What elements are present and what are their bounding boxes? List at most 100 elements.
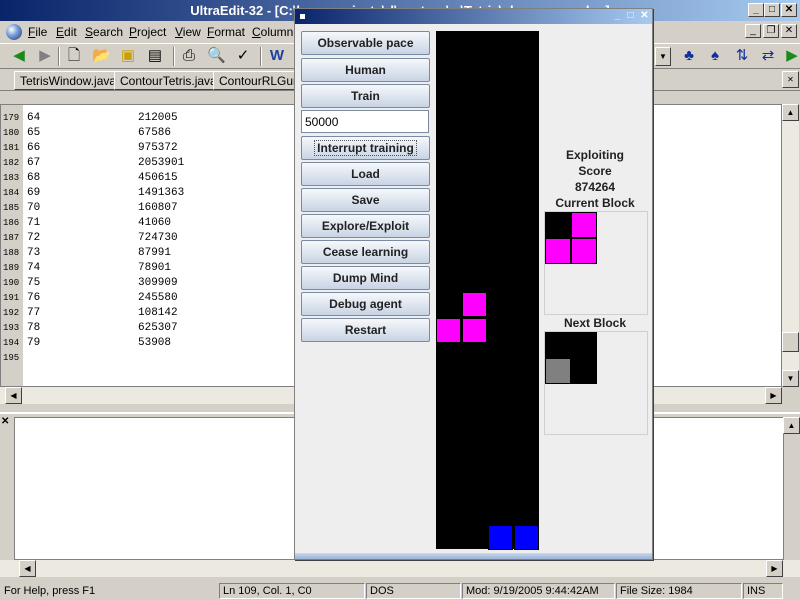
save-icon[interactable]: ▤ [146, 47, 164, 65]
line-number: 181 [3, 143, 20, 153]
game-index: 70 [27, 202, 41, 214]
menu-format[interactable]: Format [207, 25, 245, 39]
human-button[interactable]: Human [301, 58, 430, 82]
line-number: 183 [3, 173, 20, 183]
mdi-minimize-button[interactable]: _ [745, 24, 761, 38]
maximize-button[interactable]: □ [764, 3, 780, 17]
close-tab-icon[interactable]: ✕ [782, 71, 799, 88]
board-block-magenta [462, 292, 487, 317]
minimize-button[interactable]: _ [748, 3, 764, 17]
tetris-titlebar: _ □ ✕ [295, 9, 652, 24]
game-index: 68 [27, 172, 41, 184]
mdi-close-button[interactable]: ✕ [781, 24, 797, 38]
status-help: For Help, press F1 [4, 585, 96, 597]
close-file-icon[interactable]: ▣ [119, 47, 137, 65]
scroll-right-button[interactable]: ▶ [765, 387, 782, 404]
find-icon[interactable]: ♣ [680, 47, 698, 65]
preview-cell-empty [571, 358, 597, 384]
window-menu-icon[interactable] [300, 14, 305, 19]
replace-icon[interactable]: ⇄ [759, 47, 777, 65]
line-number: 192 [3, 308, 20, 318]
tetris-close-button[interactable]: ✕ [638, 10, 651, 22]
load-button[interactable]: Load [301, 162, 430, 186]
status-mode: INS [743, 583, 783, 599]
preview-cell-magenta [545, 238, 571, 264]
word-wrap-icon[interactable]: W [268, 47, 286, 65]
goto-icon[interactable]: ▶ [783, 47, 800, 65]
game-score: 212005 [138, 112, 178, 124]
line-number: 191 [3, 293, 20, 303]
game-score: 108142 [138, 307, 178, 319]
line-number: 180 [3, 128, 20, 138]
tetris-maximize-button[interactable]: □ [624, 10, 637, 22]
scroll-down-button[interactable]: ▼ [782, 370, 799, 387]
output-scroll-right-button[interactable]: ▶ [766, 560, 783, 577]
menu-search[interactable]: Search [85, 25, 123, 39]
output-scroll-up-button[interactable]: ▲ [783, 417, 800, 434]
game-index: 72 [27, 232, 41, 244]
save-button[interactable]: Save [301, 188, 430, 212]
dump-mind-button[interactable]: Dump Mind [301, 266, 430, 290]
output-horizontal-scrollbar[interactable]: ◀ ▶ [0, 560, 800, 577]
print-preview-icon[interactable]: 🔍 [207, 47, 226, 65]
current-block-label: Current Block [555, 196, 635, 210]
menu-edit[interactable]: Edit [56, 25, 77, 39]
menu-column[interactable]: Column [252, 25, 293, 39]
find-next-icon[interactable]: ♠ [706, 47, 724, 65]
explore-exploit-button[interactable]: Explore/Exploit [301, 214, 430, 238]
menu-view[interactable]: View [175, 25, 201, 39]
observable-pace-button[interactable]: Observable pace [301, 31, 430, 55]
game-score: 625307 [138, 322, 178, 334]
board-block-magenta [462, 318, 487, 343]
board-block-magenta [436, 318, 461, 343]
game-score: 975372 [138, 142, 178, 154]
train-button[interactable]: Train [301, 84, 430, 108]
next-block-label: Next Block [563, 316, 627, 330]
find-prev-icon[interactable]: ⇅ [733, 47, 751, 65]
tab-tetriswindow[interactable]: TetrisWindow.java [14, 71, 123, 90]
tetris-minimize-button[interactable]: _ [611, 10, 624, 22]
open-folder-icon[interactable]: 📂 [92, 47, 111, 65]
cease-learning-button[interactable]: Cease learning [301, 240, 430, 264]
preview-cell-magenta [571, 212, 597, 238]
game-index: 74 [27, 262, 41, 274]
preview-cell-magenta [571, 238, 597, 264]
toolbar-separator [260, 47, 262, 66]
restart-button[interactable]: Restart [301, 318, 430, 342]
output-scroll-left-button[interactable]: ◀ [19, 560, 36, 577]
line-number: 186 [3, 218, 20, 228]
training-episodes-input[interactable] [301, 110, 429, 133]
line-number: 182 [3, 158, 20, 168]
scroll-thumb[interactable] [782, 332, 799, 352]
line-number: 188 [3, 248, 20, 258]
document-icon[interactable] [6, 24, 22, 40]
tab-contourrlguru[interactable]: ContourRLGuru... [213, 71, 295, 90]
close-button[interactable]: ✕ [781, 3, 797, 17]
interrupt-training-button[interactable]: Interrupt training [301, 136, 430, 160]
spell-check-icon[interactable]: ✓ [234, 47, 252, 65]
new-file-icon[interactable]: 🗋 [65, 47, 83, 65]
forward-arrow-icon[interactable]: ▶ [36, 47, 54, 65]
scroll-up-button[interactable]: ▲ [782, 104, 799, 121]
vertical-scrollbar[interactable]: ▲ ▼ [782, 104, 799, 387]
close-output-icon[interactable]: ✕ [1, 416, 9, 427]
line-number: 184 [3, 188, 20, 198]
dropdown-arrow-icon[interactable]: ▼ [655, 47, 671, 66]
line-number: 195 [3, 353, 20, 363]
menu-file[interactable]: File [28, 25, 47, 39]
debug-agent-button[interactable]: Debug agent [301, 292, 430, 316]
line-number: 193 [3, 323, 20, 333]
back-arrow-icon[interactable]: ◀ [10, 47, 28, 65]
menu-project[interactable]: Project [129, 25, 166, 39]
game-index: 69 [27, 187, 41, 199]
scroll-left-button[interactable]: ◀ [5, 387, 22, 404]
board-block-blue [488, 525, 513, 550]
line-number: 179 [3, 113, 20, 123]
game-score: 87991 [138, 247, 172, 259]
print-icon[interactable]: ⎙ [180, 47, 198, 65]
toolbar-separator [58, 47, 60, 66]
mdi-restore-button[interactable]: ❐ [763, 24, 779, 38]
tab-contourtetris[interactable]: ContourTetris.java [114, 71, 223, 90]
game-score: 160807 [138, 202, 178, 214]
toolbar-separator [173, 47, 175, 66]
